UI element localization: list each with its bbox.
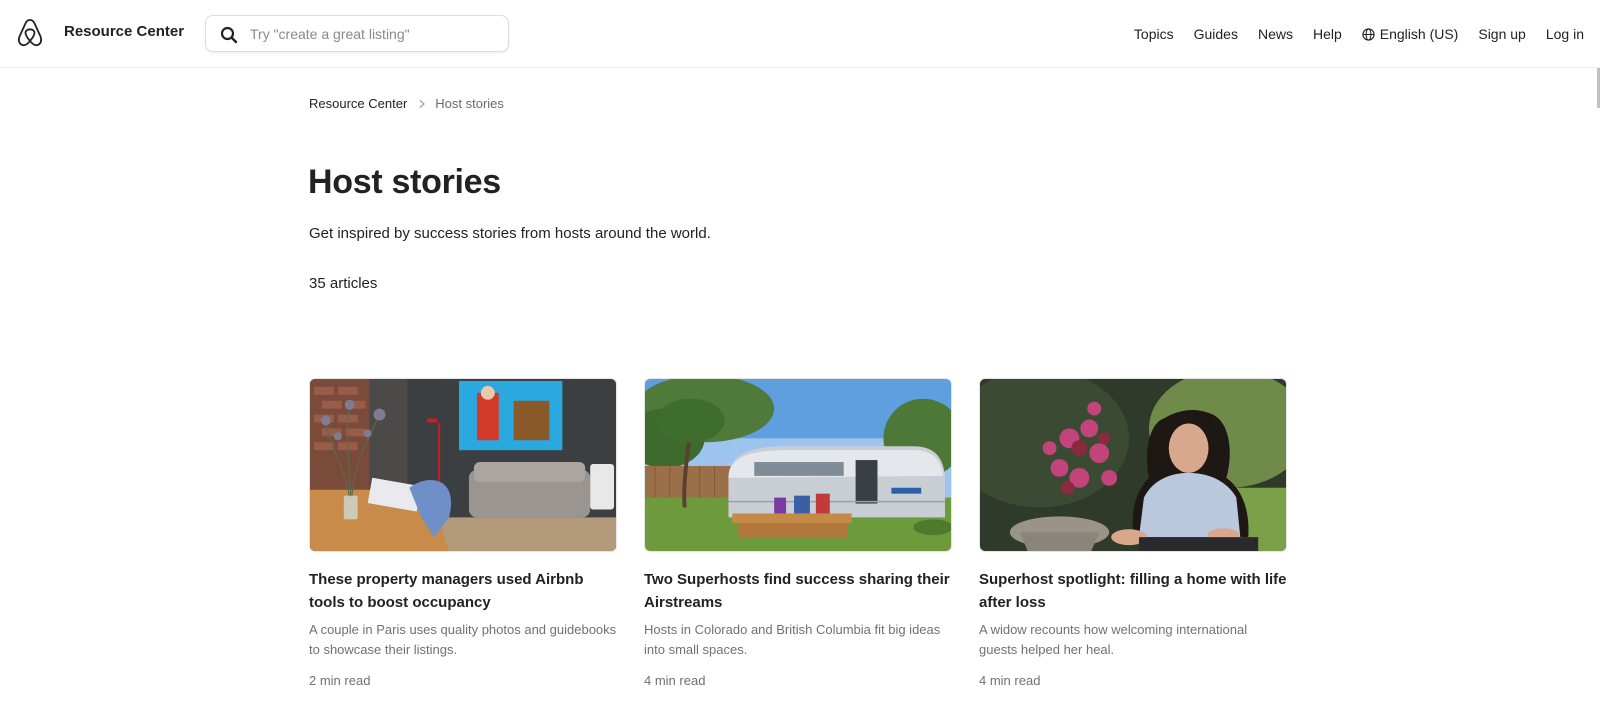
article-count: 35 articles bbox=[309, 275, 378, 292]
login-link[interactable]: Log in bbox=[1546, 26, 1584, 42]
search-icon[interactable] bbox=[220, 26, 238, 44]
globe-icon bbox=[1362, 27, 1375, 41]
article-read-time: 4 min read bbox=[644, 673, 706, 688]
article-description: Hosts in Colorado and British Columbia f… bbox=[644, 622, 941, 657]
search-box[interactable] bbox=[205, 15, 509, 52]
breadcrumb-current: Host stories bbox=[435, 96, 504, 111]
article-description: A couple in Paris uses quality photos an… bbox=[309, 622, 617, 657]
article-read-time: 2 min read bbox=[309, 673, 371, 688]
page-title: Host stories bbox=[308, 163, 501, 201]
article-card[interactable]: These property managers used Airbnb tool… bbox=[309, 378, 617, 688]
breadcrumb: Resource Center Host stories bbox=[309, 96, 504, 111]
article-title[interactable]: These property managers used Airbnb tool… bbox=[309, 568, 617, 614]
breadcrumb-resource-center[interactable]: Resource Center bbox=[309, 96, 407, 111]
nav-help[interactable]: Help bbox=[1313, 26, 1342, 42]
chevron-right-icon bbox=[419, 99, 426, 108]
language-label: English (US) bbox=[1379, 26, 1459, 42]
search-input[interactable] bbox=[250, 16, 500, 51]
page-subtitle: Get inspired by success stories from hos… bbox=[309, 225, 711, 242]
top-header: Resource Center Topics Guides News Help … bbox=[0, 0, 1600, 68]
article-description: A widow recounts how welcoming internati… bbox=[979, 622, 1248, 657]
article-image-living-room[interactable] bbox=[309, 378, 617, 552]
article-read-time: 4 min read bbox=[979, 673, 1041, 688]
nav-news[interactable]: News bbox=[1258, 26, 1293, 42]
article-image-airstream[interactable] bbox=[644, 378, 952, 552]
article-title[interactable]: Two Superhosts find success sharing thei… bbox=[644, 568, 952, 614]
article-title[interactable]: Superhost spotlight: filling a home with… bbox=[979, 568, 1287, 614]
brand-title[interactable]: Resource Center bbox=[64, 23, 184, 40]
article-image-garden[interactable] bbox=[979, 378, 1287, 552]
article-card[interactable]: Superhost spotlight: filling a home with… bbox=[979, 378, 1287, 688]
article-card[interactable]: Two Superhosts find success sharing thei… bbox=[644, 378, 952, 688]
signup-link[interactable]: Sign up bbox=[1478, 26, 1525, 42]
airbnb-logo-icon[interactable] bbox=[16, 18, 44, 48]
nav-guides[interactable]: Guides bbox=[1194, 26, 1238, 42]
top-nav: Topics Guides News Help English (US) Sig… bbox=[1114, 0, 1584, 68]
language-selector[interactable]: English (US) bbox=[1362, 26, 1459, 42]
article-grid: These property managers used Airbnb tool… bbox=[309, 378, 1314, 688]
nav-topics[interactable]: Topics bbox=[1134, 26, 1174, 42]
